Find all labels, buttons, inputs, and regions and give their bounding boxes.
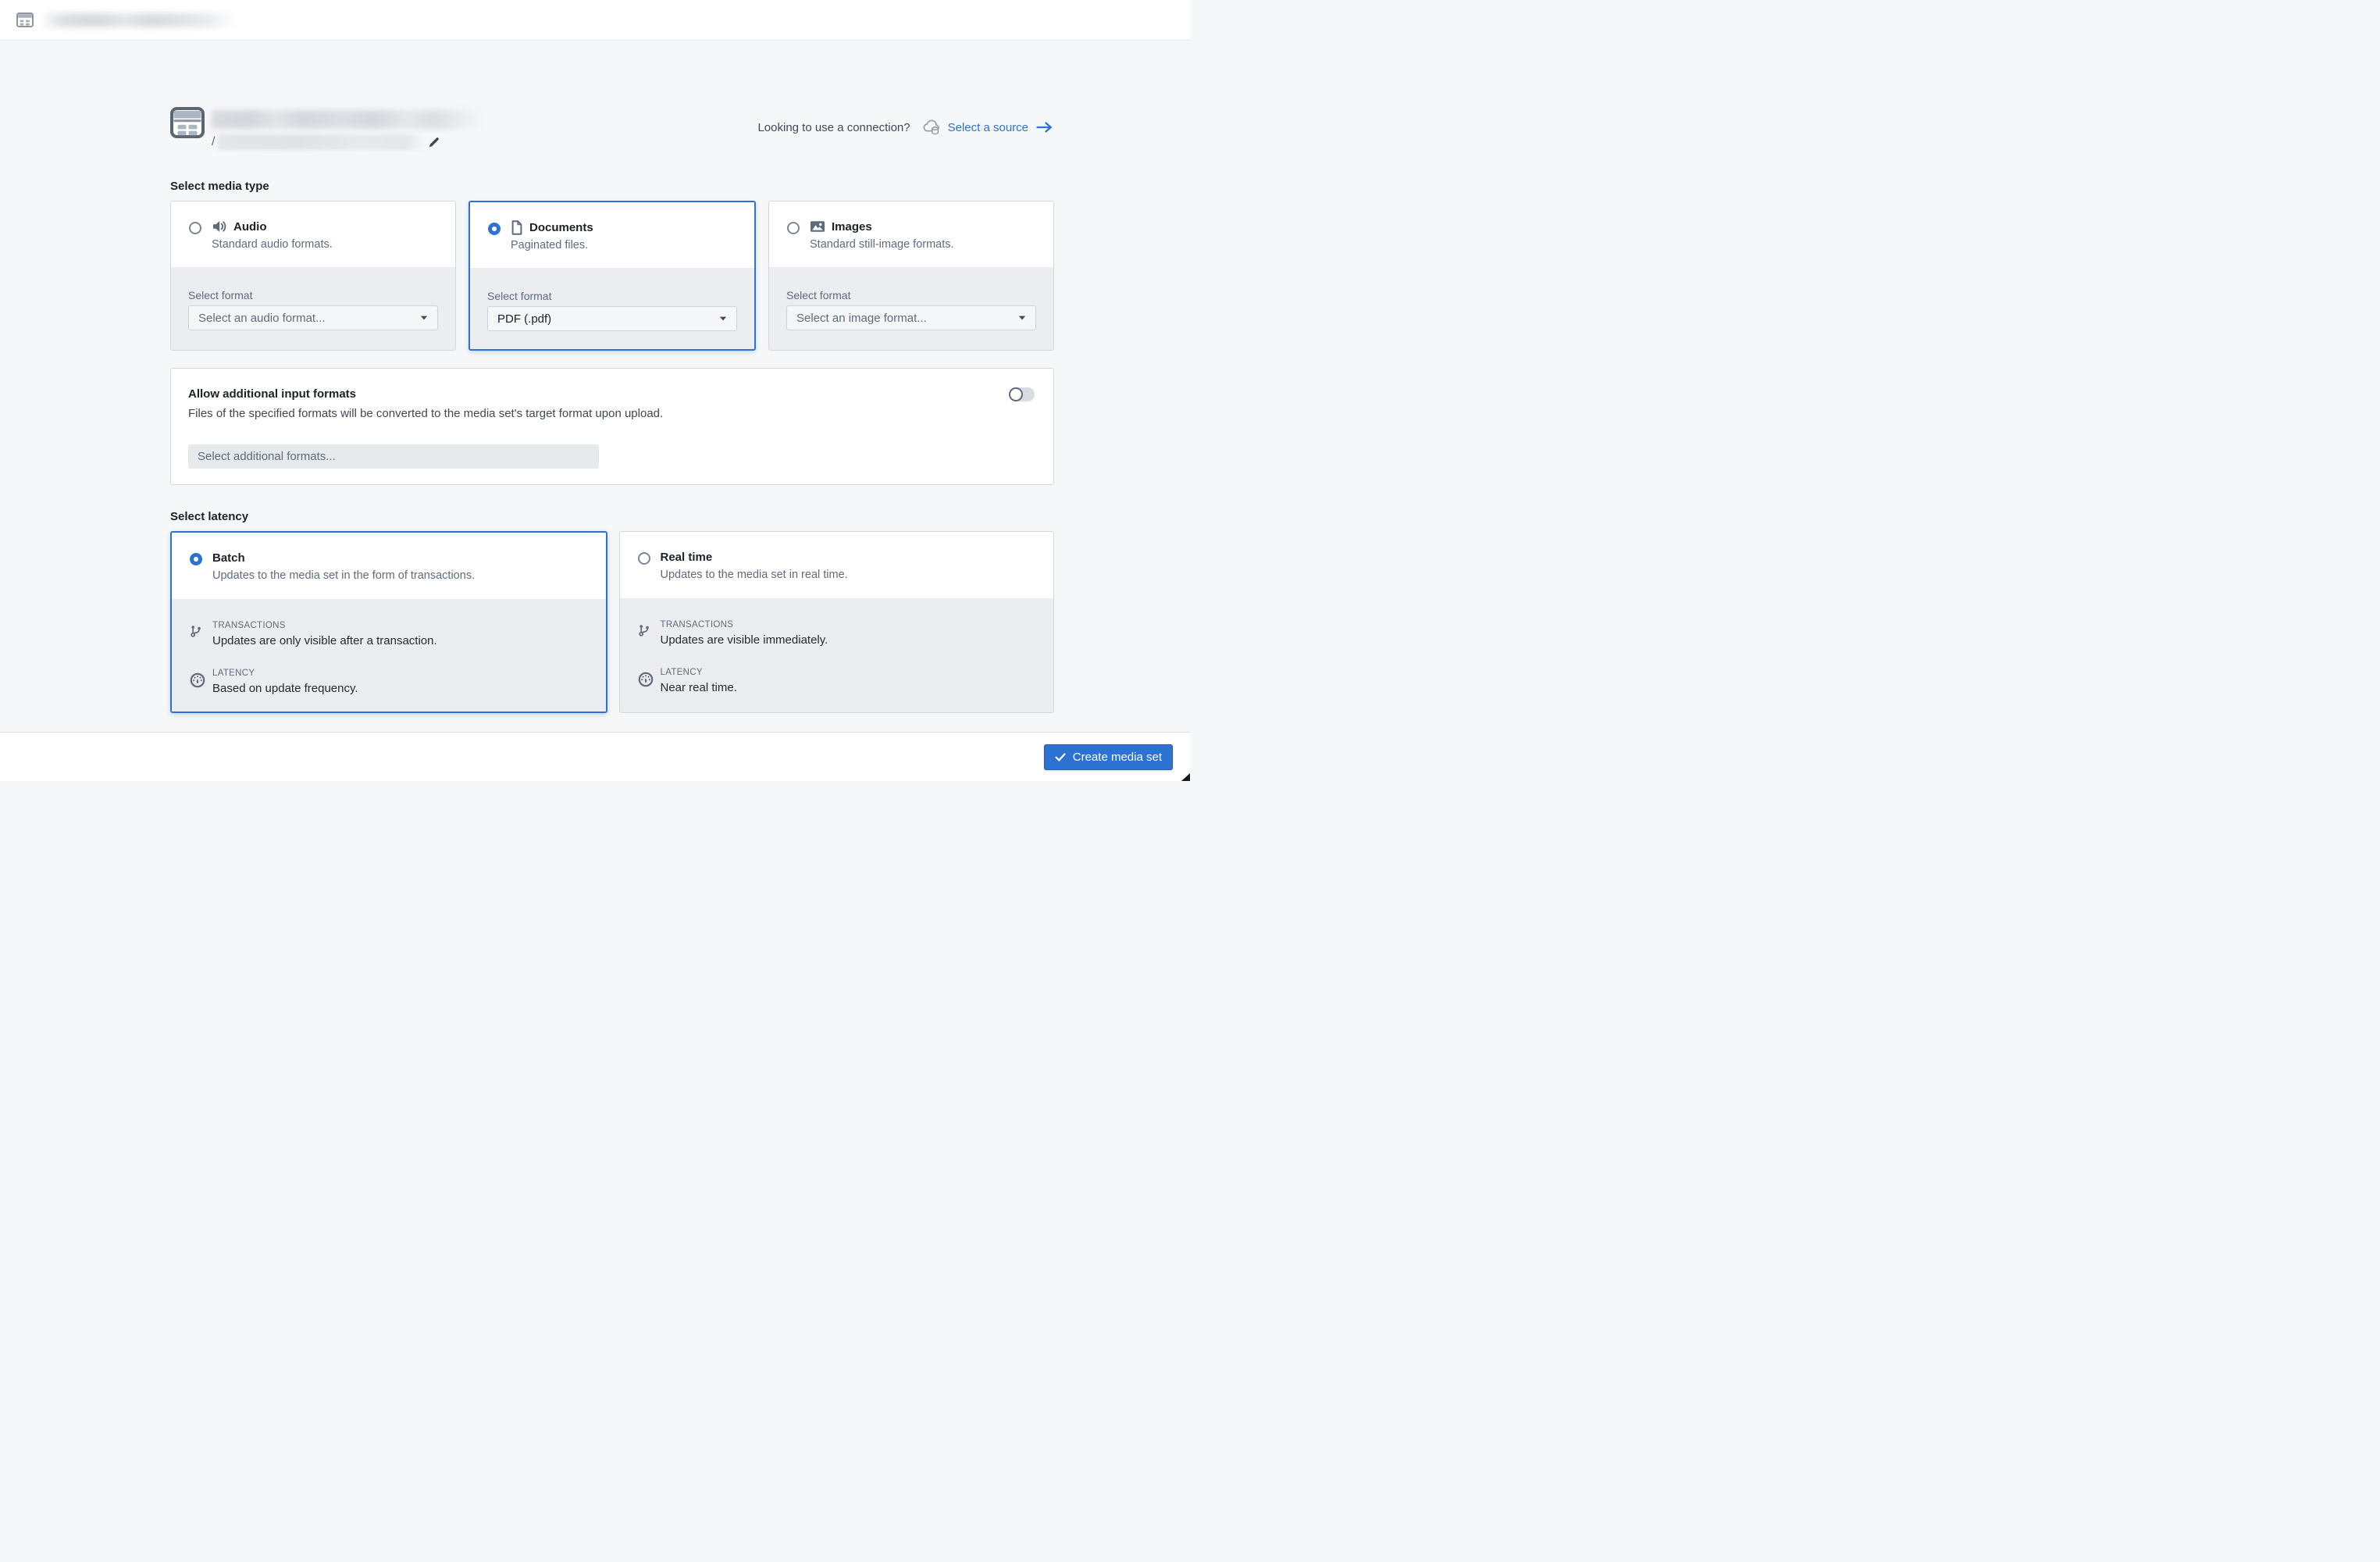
card-title: Real time bbox=[660, 550, 713, 564]
transactions-label: TRANSACTIONS bbox=[660, 620, 734, 629]
image-format-select[interactable]: Select an image format... bbox=[786, 305, 1036, 330]
select-value: Select an audio format... bbox=[198, 311, 326, 325]
git-branch-icon bbox=[638, 624, 650, 637]
caret-down-icon bbox=[719, 316, 727, 321]
cloud-database-icon bbox=[923, 119, 941, 135]
create-button-label: Create media set bbox=[1072, 750, 1162, 764]
panel-title: Allow additional input formats bbox=[188, 387, 356, 401]
create-media-set-button[interactable]: Create media set bbox=[1043, 744, 1173, 770]
format-label: Select format bbox=[188, 289, 253, 301]
connection-prompt: Looking to use a connection? bbox=[757, 120, 910, 134]
latency-cards: Batch Updates to the media set in the fo… bbox=[170, 531, 1054, 713]
latency-card-batch[interactable]: Batch Updates to the media set in the fo… bbox=[170, 531, 607, 713]
caret-down-icon bbox=[420, 316, 428, 320]
main-content: / Looking to use a connection? Select a … bbox=[0, 41, 1190, 713]
select-source-label: Select a source bbox=[947, 120, 1028, 134]
media-type-cards: Audio Standard audio formats. Select for… bbox=[170, 201, 1054, 351]
card-title: Documents bbox=[529, 220, 593, 234]
footer-bar: Create media set bbox=[0, 732, 1190, 781]
toggle-knob bbox=[1009, 387, 1023, 401]
transactions-text: Updates are visible immediately. bbox=[660, 633, 828, 647]
card-title: Images bbox=[832, 219, 872, 234]
redacted-media-set-path bbox=[218, 134, 422, 150]
path-prefix: / bbox=[212, 135, 216, 148]
batch-radio[interactable] bbox=[190, 553, 202, 565]
card-title: Audio bbox=[233, 219, 267, 234]
panel-description: Files of the specified formats will be c… bbox=[188, 407, 664, 420]
audio-format-select[interactable]: Select an audio format... bbox=[188, 305, 438, 330]
additional-formats-panel: Allow additional input formats Files of … bbox=[170, 368, 1054, 485]
image-icon bbox=[810, 220, 825, 233]
images-radio[interactable] bbox=[787, 222, 800, 234]
page-header: / Looking to use a connection? Select a … bbox=[170, 107, 1054, 150]
gauge-icon bbox=[638, 672, 654, 687]
card-description: Paginated files. bbox=[511, 239, 589, 251]
redacted-media-set-title bbox=[212, 110, 483, 129]
media-type-card-images[interactable]: Images Standard still-image formats. Sel… bbox=[768, 201, 1054, 351]
arrow-right-icon bbox=[1028, 121, 1054, 134]
latency-label: LATENCY bbox=[660, 668, 703, 677]
media-type-card-documents[interactable]: Documents Paginated files. Select format… bbox=[469, 201, 756, 351]
pencil-icon bbox=[428, 136, 440, 148]
gauge-icon bbox=[190, 672, 205, 688]
format-label: Select format bbox=[786, 289, 851, 301]
volume-icon bbox=[212, 220, 227, 233]
latency-card-real-time[interactable]: Real time Updates to the media set in re… bbox=[618, 531, 1054, 713]
select-source-link[interactable]: Select a source bbox=[948, 121, 1054, 134]
card-description: Standard audio formats. bbox=[212, 238, 333, 251]
card-description: Standard still-image formats. bbox=[810, 238, 954, 251]
check-icon bbox=[1055, 753, 1066, 761]
edit-name-button[interactable] bbox=[426, 134, 442, 150]
top-bar bbox=[0, 0, 1190, 41]
audio-radio[interactable] bbox=[189, 222, 201, 234]
caret-down-icon bbox=[1018, 316, 1026, 320]
select-value: PDF (.pdf) bbox=[497, 312, 552, 326]
media-set-icon bbox=[16, 12, 34, 27]
format-label: Select format bbox=[487, 290, 552, 302]
git-branch-icon bbox=[190, 625, 202, 637]
allow-formats-toggle[interactable] bbox=[1009, 387, 1035, 401]
select-value: Select an image format... bbox=[796, 311, 927, 325]
document-icon bbox=[511, 219, 523, 235]
card-description: Updates to the media set in the form of … bbox=[212, 569, 476, 582]
latency-text: Based on update frequency. bbox=[212, 682, 358, 695]
documents-radio[interactable] bbox=[488, 223, 501, 235]
additional-formats-input[interactable]: Select additional formats... bbox=[188, 444, 599, 469]
media-type-card-audio[interactable]: Audio Standard audio formats. Select for… bbox=[170, 201, 456, 351]
transactions-label: TRANSACTIONS bbox=[212, 621, 286, 630]
latency-section-label: Select latency bbox=[170, 510, 249, 523]
real-time-radio[interactable] bbox=[637, 552, 650, 565]
latency-label: LATENCY bbox=[212, 669, 255, 678]
latency-text: Near real time. bbox=[660, 681, 737, 694]
input-placeholder: Select additional formats... bbox=[198, 450, 336, 463]
media-type-section-label: Select media type bbox=[170, 180, 269, 193]
redacted-window-title bbox=[44, 12, 236, 27]
card-title: Batch bbox=[212, 551, 245, 565]
transactions-text: Updates are only visible after a transac… bbox=[212, 634, 437, 647]
document-format-select[interactable]: PDF (.pdf) bbox=[487, 306, 737, 331]
card-description: Updates to the media set in real time. bbox=[660, 569, 848, 581]
media-set-icon bbox=[170, 107, 205, 150]
